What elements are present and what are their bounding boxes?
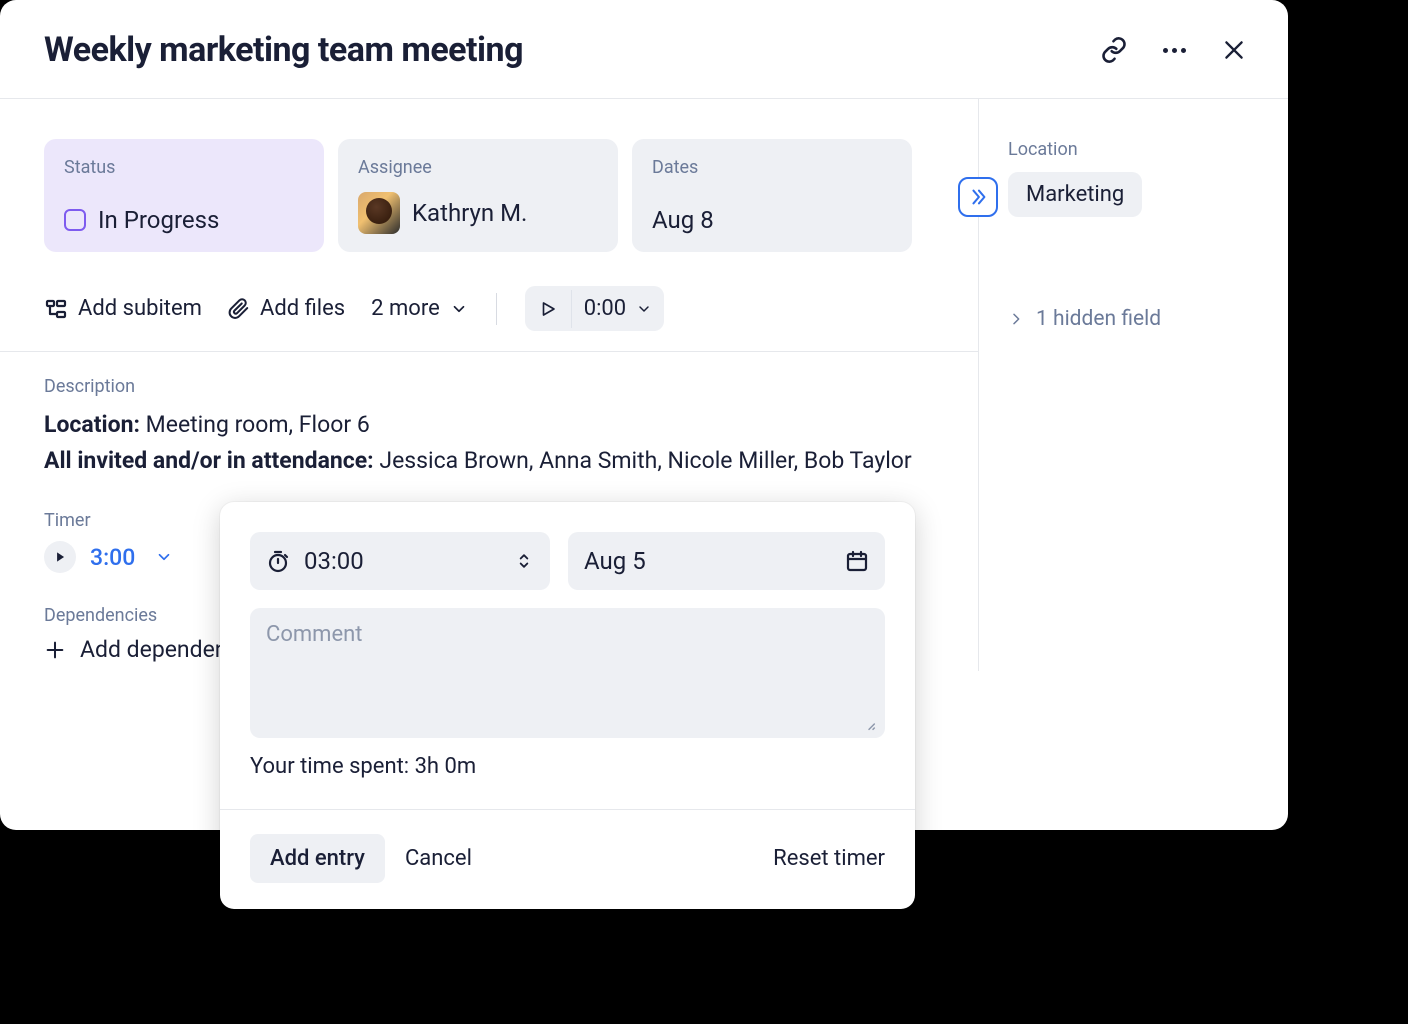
subitem-icon xyxy=(44,297,68,321)
dates-card[interactable]: Dates Aug 8 xyxy=(632,139,912,252)
play-icon xyxy=(539,300,557,318)
dates-value: Aug 8 xyxy=(652,206,714,234)
timer-value: 0:00 xyxy=(584,296,626,321)
location-field-label: Location xyxy=(1008,139,1258,160)
status-value: In Progress xyxy=(98,206,219,234)
chevron-right-icon xyxy=(1008,311,1024,327)
link-icon xyxy=(1100,36,1128,64)
time-entry-popover: 03:00 Aug 5 Comment Your time spent: 3h … xyxy=(220,502,915,909)
assignee-label: Assignee xyxy=(358,157,598,178)
more-icon xyxy=(1163,48,1186,53)
status-checkbox-icon xyxy=(64,209,86,231)
add-files-label: Add files xyxy=(260,296,345,321)
timer-dropdown[interactable]: 0:00 xyxy=(572,286,664,331)
comment-input[interactable]: Comment xyxy=(250,608,885,738)
description-label: Description xyxy=(44,376,934,397)
more-menu-button[interactable] xyxy=(1158,34,1190,66)
popover-actions: Add entry Cancel Reset timer xyxy=(250,834,885,883)
dates-label: Dates xyxy=(652,157,892,178)
description-section: Description Location: Meeting room, Floo… xyxy=(0,352,978,486)
page-title: Weekly marketing team meeting xyxy=(44,30,523,70)
add-subitem-label: Add subitem xyxy=(78,296,202,321)
reset-timer-button[interactable]: Reset timer xyxy=(773,846,885,871)
chevrons-right-icon xyxy=(967,186,989,208)
header-actions xyxy=(1098,34,1250,66)
desc-attendance-value: Jessica Brown, Anna Smith, Nicole Miller… xyxy=(379,447,911,474)
status-card[interactable]: Status In Progress xyxy=(44,139,324,252)
date-input-value: Aug 5 xyxy=(584,547,646,575)
chevron-down-icon xyxy=(450,300,468,318)
actions-bar: Add subitem Add files 2 more 0:00 xyxy=(0,272,978,352)
close-icon xyxy=(1221,37,1247,63)
comment-placeholder: Comment xyxy=(266,622,362,647)
divider xyxy=(496,293,497,325)
stopwatch-icon xyxy=(266,549,290,573)
desc-location-value: Meeting room, Floor 6 xyxy=(146,411,370,438)
timer-play-button-small[interactable] xyxy=(44,541,76,573)
description-body[interactable]: Location: Meeting room, Floor 6 All invi… xyxy=(44,407,934,478)
add-subitem-button[interactable]: Add subitem xyxy=(44,296,202,321)
time-input[interactable]: 03:00 xyxy=(250,532,550,590)
more-actions-button[interactable]: 2 more xyxy=(371,296,468,321)
assignee-value: Kathryn M. xyxy=(412,199,527,227)
avatar xyxy=(358,192,400,234)
desc-location-label: Location: xyxy=(44,411,140,438)
cancel-button[interactable]: Cancel xyxy=(405,846,472,871)
header: Weekly marketing team meeting xyxy=(0,0,1288,99)
date-input[interactable]: Aug 5 xyxy=(568,532,885,590)
stepper-icon[interactable] xyxy=(514,549,534,573)
location-field-value[interactable]: Marketing xyxy=(1008,172,1142,217)
calendar-icon xyxy=(845,549,869,573)
hidden-fields-label: 1 hidden field xyxy=(1036,307,1161,331)
add-entry-button[interactable]: Add entry xyxy=(250,834,385,883)
time-spent-summary: Your time spent: 3h 0m xyxy=(250,754,885,779)
property-cards-row: Status In Progress Assignee Kathryn M. D… xyxy=(0,99,978,272)
close-button[interactable] xyxy=(1218,34,1250,66)
chevron-down-icon xyxy=(155,548,173,566)
more-actions-label: 2 more xyxy=(371,296,440,321)
time-input-value: 03:00 xyxy=(304,547,364,575)
side-column: Location Marketing 1 hidden field xyxy=(978,99,1288,671)
add-files-button[interactable]: Add files xyxy=(228,296,345,321)
status-label: Status xyxy=(64,157,304,178)
copy-link-button[interactable] xyxy=(1098,34,1130,66)
timer-play-button[interactable] xyxy=(525,290,572,328)
timer-value-link[interactable]: 3:00 xyxy=(90,544,173,571)
attachment-icon xyxy=(228,297,250,321)
divider xyxy=(220,809,915,810)
assignee-card[interactable]: Assignee Kathryn M. xyxy=(338,139,618,252)
plus-icon xyxy=(44,639,66,661)
chevron-down-icon xyxy=(636,301,652,317)
expand-cards-button[interactable] xyxy=(958,177,998,217)
resize-handle-icon[interactable] xyxy=(861,716,877,732)
play-icon xyxy=(53,550,67,564)
desc-attendance-label: All invited and/or in attendance: xyxy=(44,447,374,474)
timer-widget: 0:00 xyxy=(525,286,664,331)
hidden-fields-button[interactable]: 1 hidden field xyxy=(1008,307,1258,331)
timer-section-value: 3:00 xyxy=(90,544,135,571)
